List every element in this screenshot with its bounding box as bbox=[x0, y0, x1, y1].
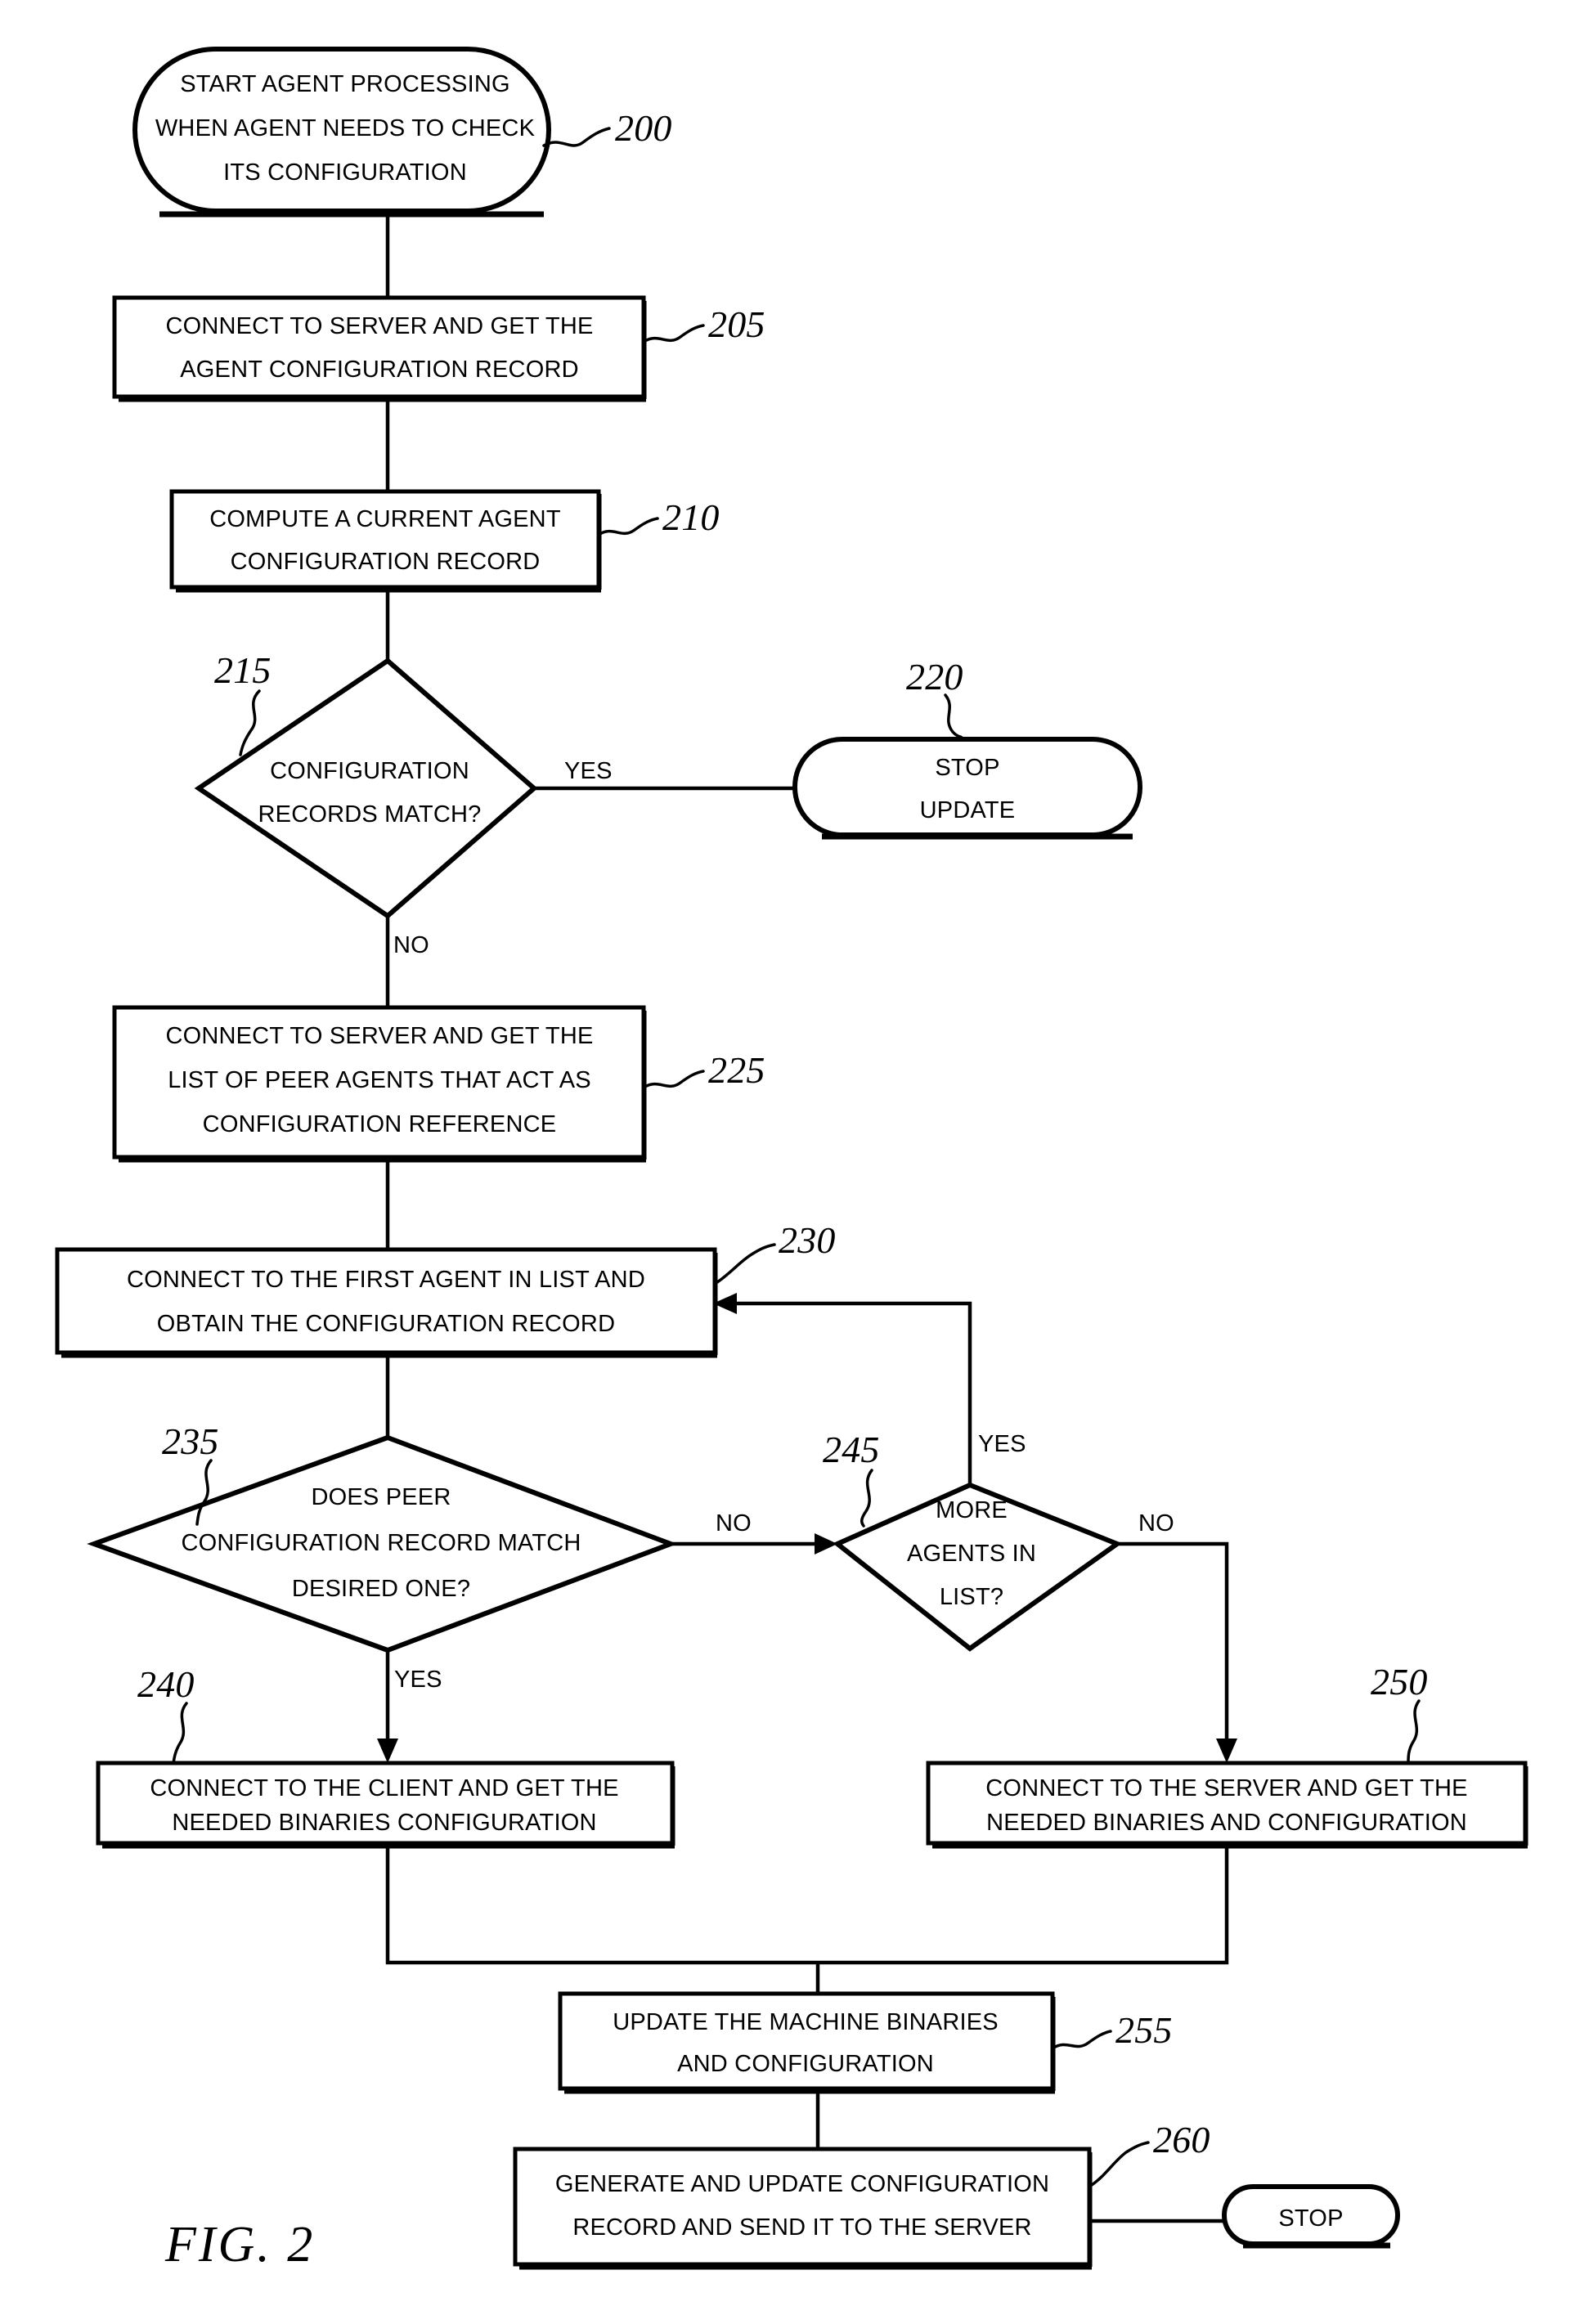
node-260[interactable]: GENERATE AND UPDATE CONFIGURATION RECORD… bbox=[513, 2119, 1210, 2270]
node-205-line-0: CONNECT TO SERVER AND GET THE bbox=[165, 313, 593, 339]
edge-250-255 bbox=[818, 1843, 1229, 1965]
node-230-leader bbox=[713, 1243, 776, 1285]
node-210-ref: 210 bbox=[662, 496, 720, 538]
node-260-ref: 260 bbox=[1153, 2119, 1210, 2160]
node-235-line-1: CONFIGURATION RECORD MATCH bbox=[181, 1530, 581, 1556]
node-255-leader bbox=[1051, 2030, 1112, 2050]
node-255-ref: 255 bbox=[1115, 2009, 1173, 2051]
patent-figure: YES NO NO YES YES NO START AGENT PROCESS… bbox=[0, 0, 1571, 2324]
node-255-line-0: UPDATE THE MACHINE BINARIES bbox=[613, 2009, 999, 2035]
edge-245-250 bbox=[1117, 1541, 1229, 1748]
node-245-ref: 245 bbox=[823, 1429, 880, 1470]
node-200[interactable]: START AGENT PROCESSING WHEN AGENT NEEDS … bbox=[132, 47, 672, 218]
node-235-line-2: DESIRED ONE? bbox=[292, 1576, 470, 1602]
node-230-ref: 230 bbox=[779, 1219, 836, 1261]
node-200-leader bbox=[542, 127, 611, 147]
edge-label-235-yes: YES bbox=[394, 1667, 442, 1693]
node-260-line-0: GENERATE AND UPDATE CONFIGURATION bbox=[555, 2171, 1049, 2197]
node-200-ref: 200 bbox=[615, 107, 672, 149]
node-210-line-0: COMPUTE A CURRENT AGENT bbox=[209, 506, 561, 532]
node-235-line-0: DOES PEER bbox=[311, 1484, 451, 1510]
node-225-leader bbox=[642, 1070, 705, 1089]
node-215-line-1: RECORDS MATCH? bbox=[258, 801, 482, 828]
node-210-leader bbox=[597, 517, 659, 536]
node-205-leader bbox=[642, 324, 705, 343]
node-200-line-0: START AGENT PROCESSING bbox=[180, 71, 510, 97]
edge-label-215-no: NO bbox=[393, 932, 429, 958]
node-215-line-0: CONFIGURATION bbox=[270, 758, 469, 784]
node-250-leader bbox=[1407, 1699, 1421, 1765]
node-220-line-1: UPDATE bbox=[920, 797, 1016, 823]
node-260-leader bbox=[1088, 2141, 1150, 2188]
node-245-line-2: LIST? bbox=[940, 1584, 1003, 1610]
node-235-ref: 235 bbox=[162, 1420, 219, 1462]
node-220[interactable]: STOP UPDATE 220 bbox=[792, 656, 1142, 840]
node-230-line-0: CONNECT TO THE FIRST AGENT IN LIST AND bbox=[127, 1267, 645, 1293]
node-230[interactable]: CONNECT TO THE FIRST AGENT IN LIST AND O… bbox=[55, 1219, 836, 1358]
node-255[interactable]: UPDATE THE MACHINE BINARIES AND CONFIGUR… bbox=[558, 1991, 1173, 2094]
edge-label-245-no: NO bbox=[1138, 1510, 1174, 1537]
node-245-line-0: MORE bbox=[936, 1497, 1008, 1523]
node-220-ref: 220 bbox=[906, 656, 963, 698]
node-240-leader bbox=[172, 1702, 188, 1765]
node-205-ref: 205 bbox=[708, 303, 765, 345]
node-stop-final-label: STOP bbox=[1278, 2205, 1343, 2232]
node-210-line-1: CONFIGURATION RECORD bbox=[231, 549, 541, 575]
arrowhead-245-250 bbox=[1216, 1739, 1237, 1763]
node-260-line-1: RECORD AND SEND IT TO THE SERVER bbox=[572, 2214, 1031, 2241]
node-205[interactable]: CONNECT TO SERVER AND GET THE AGENT CONF… bbox=[112, 295, 765, 402]
node-220-leader bbox=[944, 693, 965, 741]
node-240-line-0: CONNECT TO THE CLIENT AND GET THE bbox=[150, 1775, 618, 1801]
node-215-ref: 215 bbox=[214, 649, 272, 691]
node-245-leader bbox=[860, 1469, 873, 1528]
node-225-line-2: CONFIGURATION REFERENCE bbox=[203, 1111, 557, 1137]
node-230-shape bbox=[55, 1247, 717, 1355]
node-255-line-1: AND CONFIGURATION bbox=[677, 2051, 934, 2077]
node-225-line-1: LIST OF PEER AGENTS THAT ACT AS bbox=[168, 1067, 591, 1093]
figure-caption: FIG. 2 bbox=[164, 2217, 315, 2272]
node-250-line-1: NEEDED BINARIES AND CONFIGURATION bbox=[986, 1810, 1467, 1836]
node-250-line-0: CONNECT TO THE SERVER AND GET THE bbox=[985, 1775, 1467, 1801]
node-210[interactable]: COMPUTE A CURRENT AGENT CONFIGURATION RE… bbox=[169, 489, 720, 593]
node-200-line-1: WHEN AGENT NEEDS TO CHECK bbox=[155, 115, 536, 141]
node-250-ref: 250 bbox=[1371, 1661, 1428, 1703]
node-230-line-1: OBTAIN THE CONFIGURATION RECORD bbox=[157, 1311, 615, 1337]
node-245-line-1: AGENTS IN bbox=[907, 1541, 1036, 1567]
edge-label-235-no: NO bbox=[716, 1510, 752, 1537]
node-225[interactable]: CONNECT TO SERVER AND GET THE LIST OF PE… bbox=[112, 1005, 765, 1163]
node-stop-final[interactable]: STOP bbox=[1222, 2184, 1400, 2249]
node-240-line-1: NEEDED BINARIES CONFIGURATION bbox=[172, 1810, 596, 1836]
node-240-ref: 240 bbox=[137, 1663, 195, 1705]
node-225-ref: 225 bbox=[708, 1049, 765, 1091]
arrowhead-235-240 bbox=[377, 1739, 398, 1763]
node-220-line-0: STOP bbox=[935, 755, 999, 781]
node-205-line-1: AGENT CONFIGURATION RECORD bbox=[180, 357, 578, 383]
edge-240-255 bbox=[385, 1843, 818, 1965]
node-200-line-2: ITS CONFIGURATION bbox=[223, 159, 467, 186]
edge-label-245-yes: YES bbox=[978, 1431, 1026, 1457]
flowchart-canvas: YES NO NO YES YES NO START AGENT PROCESS… bbox=[55, 47, 1528, 2272]
node-215-shape bbox=[194, 657, 538, 919]
node-235[interactable]: DOES PEER CONFIGURATION RECORD MATCH DES… bbox=[87, 1420, 678, 1653]
node-215[interactable]: CONFIGURATION RECORDS MATCH? 215 bbox=[194, 649, 538, 919]
node-260-shape bbox=[513, 2147, 1092, 2267]
node-225-line-0: CONNECT TO SERVER AND GET THE bbox=[165, 1023, 593, 1049]
node-215-leader bbox=[239, 689, 261, 756]
edge-label-215-yes: YES bbox=[564, 758, 613, 784]
